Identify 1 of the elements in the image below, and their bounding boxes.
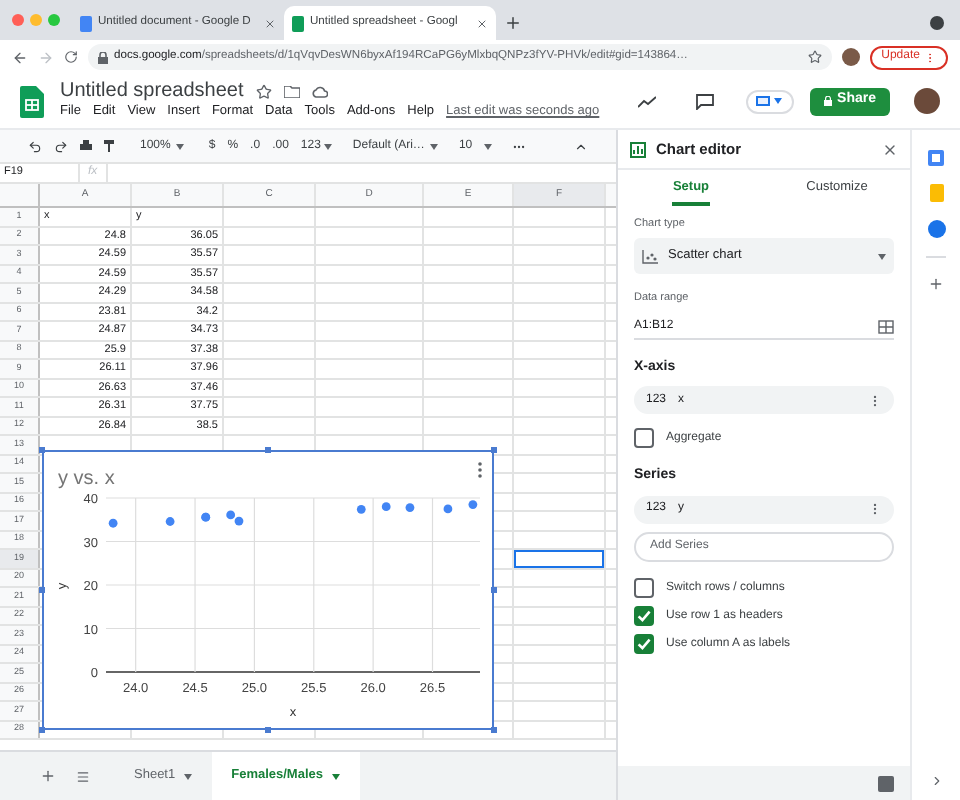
chart-title: y vs. x <box>58 468 115 490</box>
